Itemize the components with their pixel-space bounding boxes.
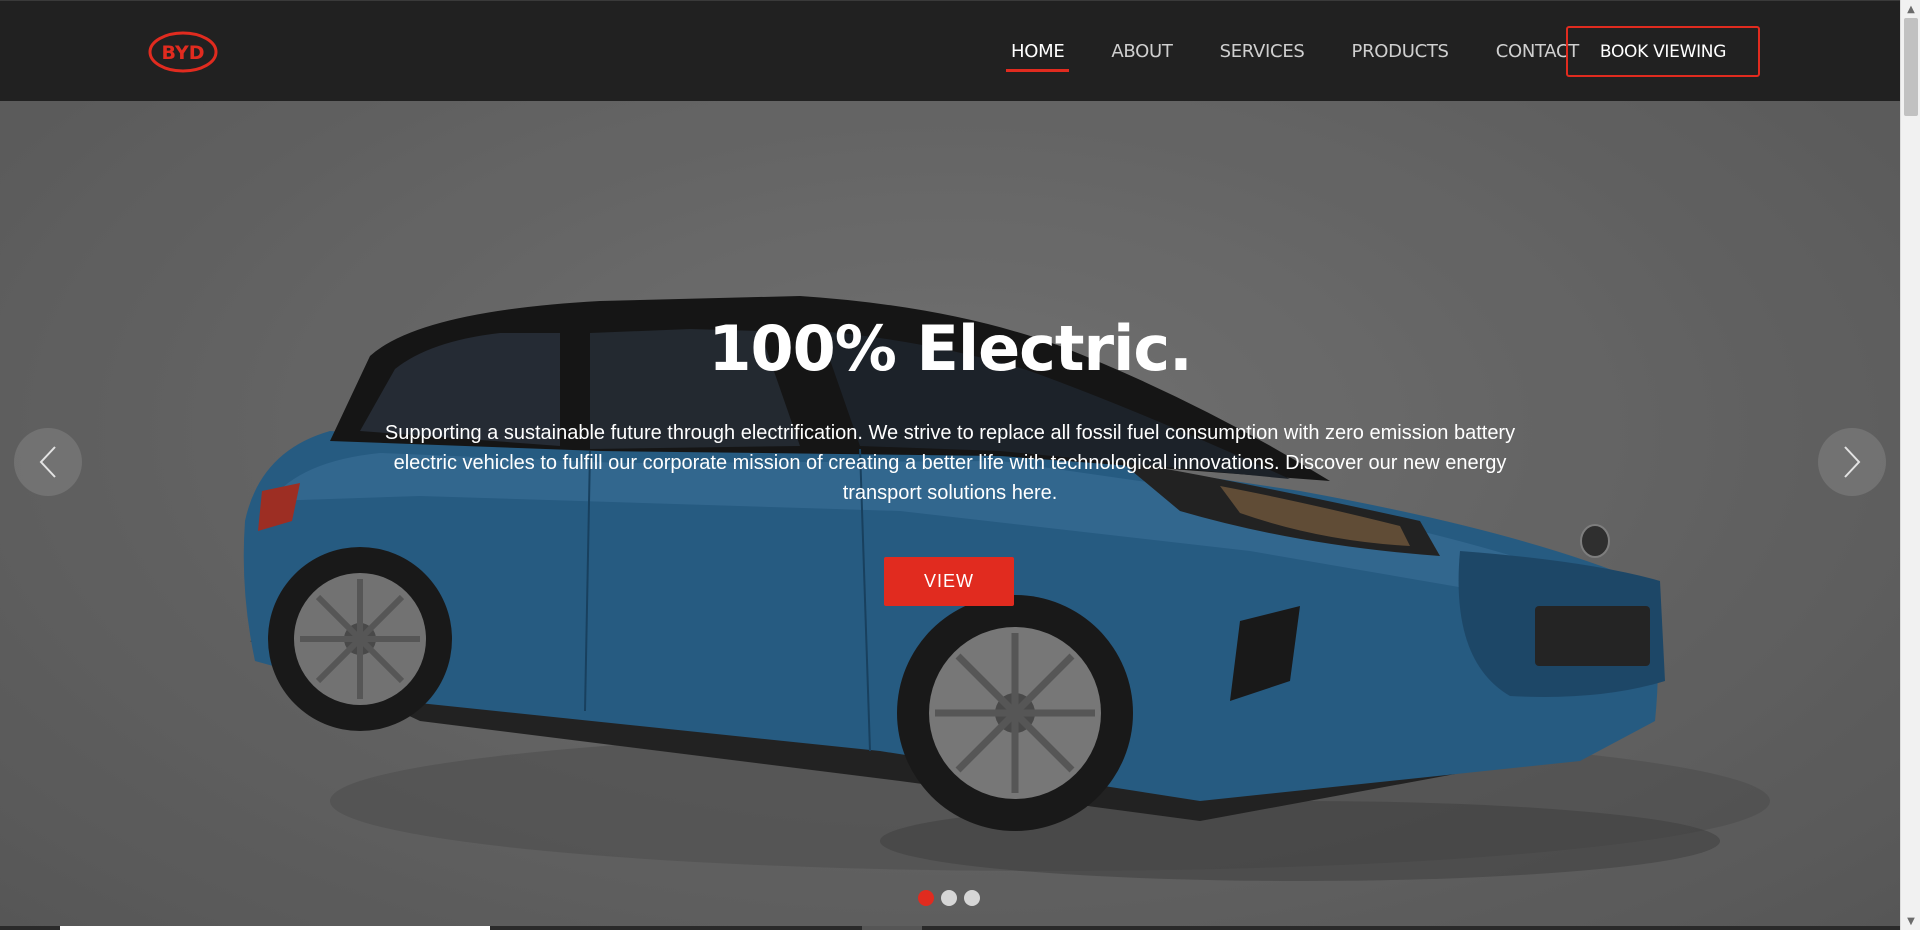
book-viewing-button[interactable]: BOOK VIEWING bbox=[1566, 26, 1760, 77]
nav-item-label: PRODUCTS bbox=[1351, 41, 1449, 62]
hero-section: 100% Electric. Supporting a sustainable … bbox=[0, 101, 1900, 926]
car-image bbox=[0, 101, 1900, 926]
scroll-up-icon[interactable]: ▲ bbox=[1901, 0, 1920, 18]
nav-item-label: HOME bbox=[1011, 41, 1065, 62]
byd-logo[interactable]: BYD bbox=[148, 31, 218, 73]
nav-item-label: SERVICES bbox=[1219, 41, 1305, 62]
hero-title: 100% Electric. bbox=[708, 312, 1192, 385]
main-nav: HOME ABOUT SERVICES PRODUCTS CONTACT bbox=[1006, 1, 1621, 102]
chevron-right-icon bbox=[1844, 446, 1861, 478]
carousel-dot-1[interactable] bbox=[918, 890, 934, 906]
carousel-dot-2[interactable] bbox=[941, 890, 957, 906]
carousel-dot-3[interactable] bbox=[964, 890, 980, 906]
scrollbar-thumb[interactable] bbox=[1904, 18, 1918, 116]
nav-item-label: ABOUT bbox=[1111, 41, 1173, 62]
page: BYD HOME ABOUT SERVICES PRODUCTS CONTACT… bbox=[0, 0, 1920, 930]
scroll-down-icon[interactable]: ▼ bbox=[1901, 912, 1920, 930]
svg-text:BYD: BYD bbox=[162, 42, 205, 64]
carousel-prev-button[interactable] bbox=[14, 428, 82, 496]
next-section-edge bbox=[0, 926, 1900, 930]
vertical-scrollbar[interactable]: ▲ ▼ bbox=[1900, 0, 1920, 930]
nav-item-products[interactable]: PRODUCTS bbox=[1347, 1, 1454, 102]
nav-item-home[interactable]: HOME bbox=[1006, 1, 1070, 102]
nav-item-about[interactable]: ABOUT bbox=[1106, 1, 1177, 102]
site-header: BYD HOME ABOUT SERVICES PRODUCTS CONTACT… bbox=[0, 0, 1900, 101]
chevron-left-icon bbox=[39, 446, 56, 478]
carousel-next-button[interactable] bbox=[1818, 428, 1886, 496]
next-section-segment bbox=[60, 926, 490, 930]
nav-item-services[interactable]: SERVICES bbox=[1215, 1, 1310, 102]
view-button[interactable]: VIEW bbox=[884, 557, 1014, 606]
carousel-indicators bbox=[918, 890, 980, 906]
hero-description: Supporting a sustainable future through … bbox=[384, 422, 1516, 504]
next-section-segment bbox=[862, 926, 922, 930]
